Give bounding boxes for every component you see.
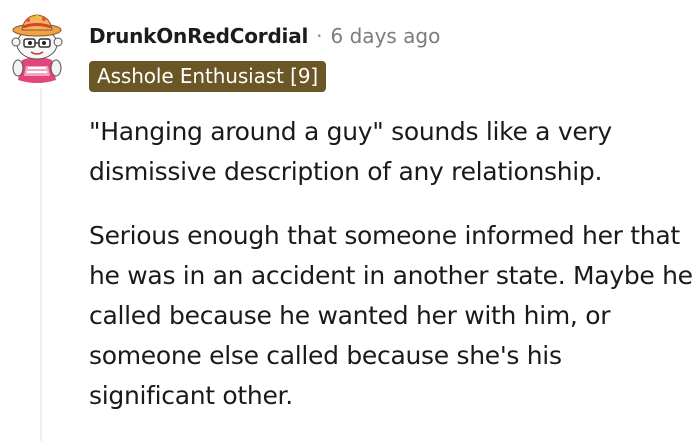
comment-header: DrunkOnRedCordial · 6 days ago: [89, 20, 440, 52]
user-avatar[interactable]: [4, 10, 70, 84]
separator-dot: ·: [316, 24, 323, 48]
username-link[interactable]: DrunkOnRedCordial: [89, 24, 308, 48]
thread-line[interactable]: [40, 88, 42, 441]
comment: DrunkOnRedCordial · 6 days ago Asshole E…: [0, 0, 700, 441]
snoo-avatar-icon: [11, 14, 63, 83]
user-flair: Asshole Enthusiast [9]: [89, 61, 327, 92]
comment-paragraph: Serious enough that someone informed her…: [89, 221, 693, 410]
comment-body: "Hanging around a guy" sounds like a ver…: [89, 112, 694, 440]
comment-paragraph: "Hanging around a guy" sounds like a ver…: [89, 117, 612, 186]
comment-timestamp[interactable]: 6 days ago: [331, 24, 441, 48]
